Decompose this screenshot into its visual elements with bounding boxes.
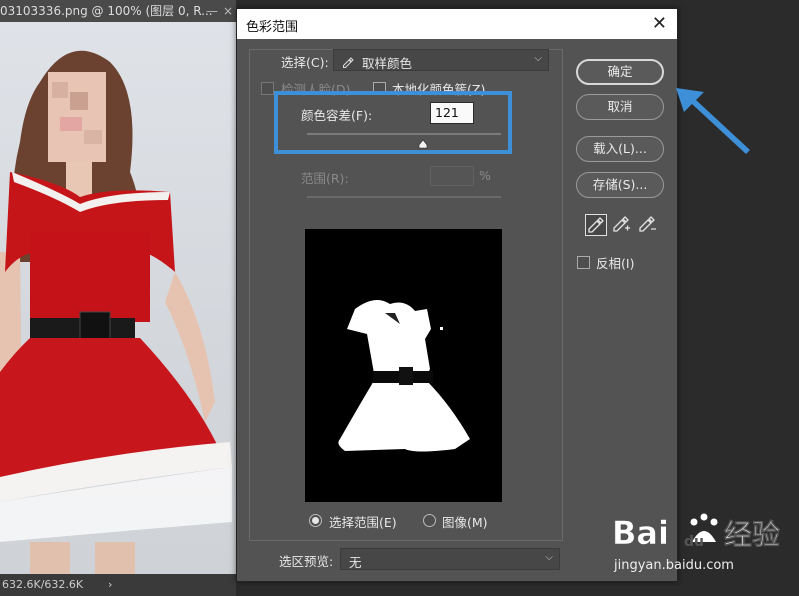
selection-mask-image: [338, 300, 470, 452]
image-radio-label: 图像(M): [442, 515, 488, 530]
select-value: 取样颜色: [361, 56, 412, 71]
eyedropper-subtract-icon[interactable]: [637, 214, 659, 236]
chevron-down-icon: ⌵: [545, 552, 553, 563]
status-bar: 632.6K/632.6K ›: [0, 574, 236, 596]
range-slider-track: [307, 196, 501, 198]
preview-dropdown[interactable]: 无 ⌵: [340, 548, 560, 570]
status-arrow-icon[interactable]: ›: [108, 574, 112, 596]
select-label: 选择(C):: [281, 55, 329, 70]
document-canvas[interactable]: [0, 22, 236, 574]
selection-preview: [305, 229, 502, 502]
svg-text:经验: 经验: [724, 518, 780, 551]
selection-radio[interactable]: [309, 514, 322, 527]
arrow-annotation-icon: [676, 88, 750, 154]
document-tab[interactable]: 03103336.png @ 100% (图层 0, R... — ×: [0, 0, 236, 23]
selection-radio-label: 选择范围(E): [329, 515, 397, 530]
range-unit: %: [479, 168, 491, 183]
dialog-titlebar[interactable]: 色彩范围 ✕: [237, 9, 677, 39]
status-size: 632.6K/632.6K: [2, 578, 84, 591]
dialog-title: 色彩范围: [246, 20, 299, 35]
load-button[interactable]: 载入(L)...: [576, 136, 664, 162]
watermark-url: jingyan.baidu.com: [614, 558, 734, 573]
eyedropper-icon: [343, 57, 354, 68]
detect-faces-checkbox[interactable]: [261, 82, 274, 95]
cancel-button[interactable]: 取消: [576, 94, 664, 120]
close-icon[interactable]: ✕: [652, 13, 667, 34]
highlight-box: [274, 91, 512, 154]
image-radio[interactable]: [423, 514, 436, 527]
photo-image: [0, 50, 232, 574]
chevron-down-icon: ⌵: [534, 53, 542, 64]
svg-text:Bai: Bai: [612, 514, 669, 552]
document-tab-title: 03103336.png @ 100% (图层 0, R...: [0, 4, 213, 18]
ok-button[interactable]: 确定: [576, 59, 664, 85]
minimize-icon[interactable]: —: [204, 0, 220, 22]
range-input: [430, 166, 474, 186]
baidu-logo-icon: Bai du 经验: [612, 513, 780, 552]
eyedropper-icon[interactable]: [585, 214, 607, 236]
range-label: 范围(R):: [301, 171, 349, 186]
close-icon[interactable]: ×: [220, 0, 236, 22]
invert-checkbox[interactable]: [577, 256, 590, 269]
svg-text:du: du: [684, 534, 704, 550]
preview-label: 选区预览:: [279, 554, 334, 569]
save-button[interactable]: 存储(S)...: [576, 172, 664, 198]
eyedropper-add-icon[interactable]: [611, 214, 633, 236]
select-dropdown[interactable]: 取样颜色 ⌵: [333, 49, 549, 71]
preview-value: 无: [349, 555, 362, 570]
invert-label: 反相(I): [596, 256, 635, 271]
